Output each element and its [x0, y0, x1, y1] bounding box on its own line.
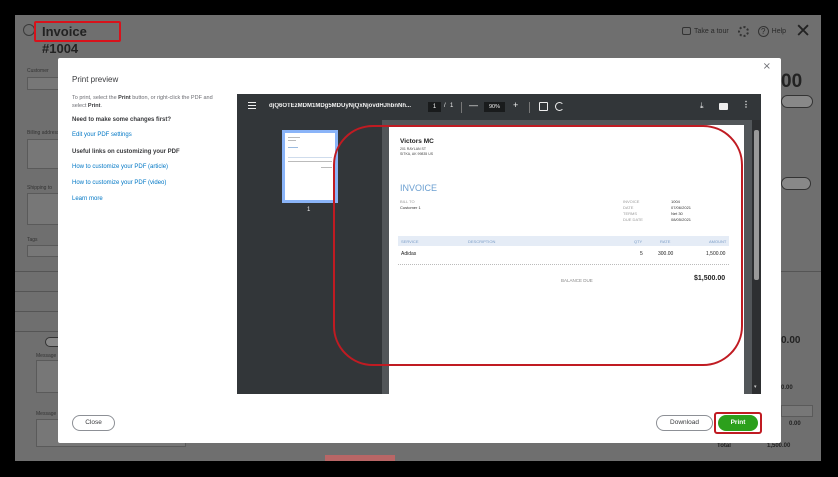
page-total: 1	[450, 103, 454, 109]
side-value: 0.00	[781, 335, 801, 346]
take-tour-label: Take a tour	[694, 27, 729, 35]
toolbar-divider	[529, 102, 530, 113]
learn-more-link[interactable]: Learn more	[72, 195, 227, 203]
menu-icon[interactable]	[248, 102, 256, 109]
discount-field[interactable]	[781, 405, 813, 417]
download-icon[interactable]: ⤓	[700, 101, 704, 111]
useful-links-heading: Useful links on customizing your PDF	[72, 149, 180, 155]
billing-label: Billing address	[27, 130, 60, 136]
print-icon[interactable]	[719, 103, 728, 110]
scrollbar-thumb[interactable]	[754, 130, 759, 280]
side-value: 0.00	[789, 421, 801, 427]
customize-article-link[interactable]: How to customize your PDF (article)	[72, 163, 227, 171]
app-header: Invoice #1004 Take a tour ? Help ✕	[15, 15, 821, 56]
more-options-icon[interactable]: ⋮	[742, 100, 750, 109]
footer-accent	[325, 455, 395, 461]
balance-amount: 00	[781, 71, 803, 92]
close-invoice-icon[interactable]: ✕	[795, 22, 811, 41]
zoom-in-button[interactable]: +	[513, 100, 518, 110]
tags-label: Tags	[27, 237, 38, 243]
scroll-down-arrow[interactable]: ▾	[754, 384, 757, 390]
tour-icon	[682, 27, 692, 35]
help-icon: ?	[757, 25, 769, 37]
dialog-title: Print preview	[72, 75, 119, 84]
shipping-label: Shipping to	[27, 185, 53, 191]
dialog-close-icon[interactable]: ×	[763, 61, 771, 72]
edit-button[interactable]	[781, 177, 811, 190]
customer-label: Customer	[27, 68, 49, 74]
memo-label: Message	[36, 411, 57, 417]
customize-video-link[interactable]: How to customize your PDF (video)	[72, 179, 227, 187]
toolbar-divider	[461, 102, 462, 113]
gear-icon[interactable]	[737, 25, 749, 37]
header-actions: Take a tour ? Help ✕	[682, 22, 811, 41]
page-number-input[interactable]: 1	[428, 102, 441, 112]
edit-pdf-settings-link[interactable]: Edit your PDF settings	[72, 131, 227, 139]
print-instructions: To print, select the Print button, or ri…	[72, 95, 213, 109]
pdf-toolbar: djQ6OTEzMDM1MDg5MDUyNjQxNjovdHJhbnNh... …	[237, 94, 761, 120]
side-value: 0.00	[781, 385, 793, 391]
help-label: Help	[771, 27, 787, 35]
zoom-out-button[interactable]: —	[469, 100, 478, 110]
need-changes-heading: Need to make some changes first?	[72, 117, 172, 123]
total-label: Total	[717, 443, 731, 449]
download-button[interactable]: Download	[656, 415, 713, 431]
invoice-title: Invoice #1004	[34, 21, 121, 56]
fit-page-icon[interactable]	[539, 102, 548, 111]
zoom-input[interactable]: 90%	[484, 102, 505, 112]
page-separator: /	[444, 103, 446, 109]
pdf-filename: djQ6OTEzMDM1MDg5MDUyNjQxNjovdHJhbnNh...	[269, 103, 412, 109]
screenshot-frame: Invoice #1004 Take a tour ? Help ✕ Custo…	[0, 0, 838, 477]
rotate-icon[interactable]	[555, 102, 564, 111]
pdf-scrollbar[interactable]: ▾	[752, 120, 761, 394]
message-label: Message	[36, 353, 57, 359]
take-tour-link[interactable]: Take a tour	[682, 27, 729, 35]
close-button[interactable]: Close	[72, 415, 115, 431]
print-button-highlight	[714, 412, 762, 434]
receive-payment-button[interactable]	[781, 95, 813, 108]
thumbnail-page-number: 1	[307, 207, 311, 213]
help-button[interactable]: ? Help	[757, 25, 787, 37]
total-value: 1,500.00	[767, 443, 791, 449]
help-panel: To print, select the Print button, or ri…	[72, 94, 227, 203]
document-highlight	[333, 125, 743, 366]
page-thumbnail[interactable]	[282, 130, 338, 203]
